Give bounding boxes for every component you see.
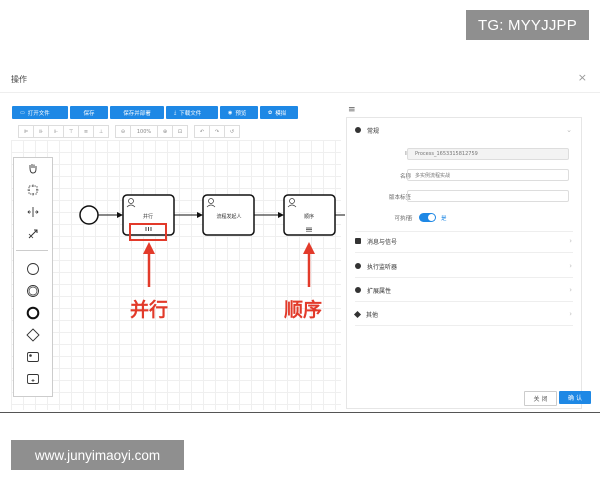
section-general-title: 常规 — [367, 127, 380, 135]
info-icon — [355, 127, 361, 133]
section-label: 扩展属性 — [367, 287, 392, 295]
plus-circle-icon — [355, 287, 361, 293]
task-parallel-label: 并行 — [143, 213, 153, 220]
chevron-right-icon[interactable]: › — [569, 286, 572, 294]
section-extensions[interactable]: 扩展属性 — [355, 284, 391, 296]
chevron-right-icon[interactable]: › — [569, 310, 572, 318]
section-listeners[interactable]: 执行监听器 — [355, 260, 397, 272]
operation-dialog: 操作 × ▭ 打开文件 保存 保存并部署 ⤓ 下载文件 ◉ 预览 ✿ 模拟 ⊫ … — [0, 64, 600, 413]
arrow-up-icon — [303, 242, 315, 287]
send-icon — [353, 310, 362, 318]
section-message-signal[interactable]: 消息与信号 — [355, 235, 397, 247]
properties-panel: 常规 ⌄ ID Process_1653315812759 名称 多实例流程实战… — [346, 117, 582, 409]
section-divider — [355, 252, 573, 253]
task-sequential-label: 顺序 — [304, 213, 314, 220]
message-icon — [355, 238, 361, 244]
annotation-sequential: 顺序 — [284, 299, 323, 321]
version-field[interactable] — [407, 190, 569, 202]
bell-icon — [355, 263, 361, 269]
task-initiator-label: 流程发起人 — [216, 213, 241, 220]
start-event[interactable] — [79, 205, 99, 225]
section-label: 其他 — [366, 311, 379, 319]
executable-on-label: 是 — [441, 216, 447, 222]
annotation-parallel: 并行 — [130, 299, 169, 321]
watermark-bottom: www.junyimaoyi.com — [11, 440, 184, 470]
name-field[interactable]: 多实例流程实战 — [407, 169, 569, 181]
section-general[interactable]: 常规 — [355, 124, 379, 136]
chevron-right-icon[interactable]: › — [569, 262, 572, 270]
cancel-button[interactable]: 关 闭 — [524, 391, 557, 406]
section-divider — [355, 325, 573, 326]
executable-off-label: 否 — [407, 216, 413, 222]
arrow-up-icon — [143, 242, 155, 287]
section-other[interactable]: 其他 — [353, 308, 379, 320]
executable-toggle[interactable] — [419, 213, 436, 222]
chevron-right-icon[interactable]: › — [569, 237, 572, 245]
section-divider — [355, 301, 573, 302]
menu-icon[interactable]: ≡ — [348, 105, 356, 115]
section-divider — [355, 231, 573, 232]
close-icon[interactable]: × — [578, 71, 587, 84]
bpmn-diagram: 并行 流程发起人 顺序 — [79, 194, 345, 287]
section-label: 执行监听器 — [367, 263, 398, 271]
section-divider — [355, 277, 573, 278]
watermark-top: TG: MYYJJPP — [466, 10, 589, 40]
confirm-button[interactable]: 确 认 — [559, 391, 591, 404]
id-field[interactable]: Process_1653315812759 — [407, 148, 569, 160]
chevron-down-icon[interactable]: ⌄ — [566, 126, 572, 134]
section-label: 消息与信号 — [367, 238, 398, 246]
